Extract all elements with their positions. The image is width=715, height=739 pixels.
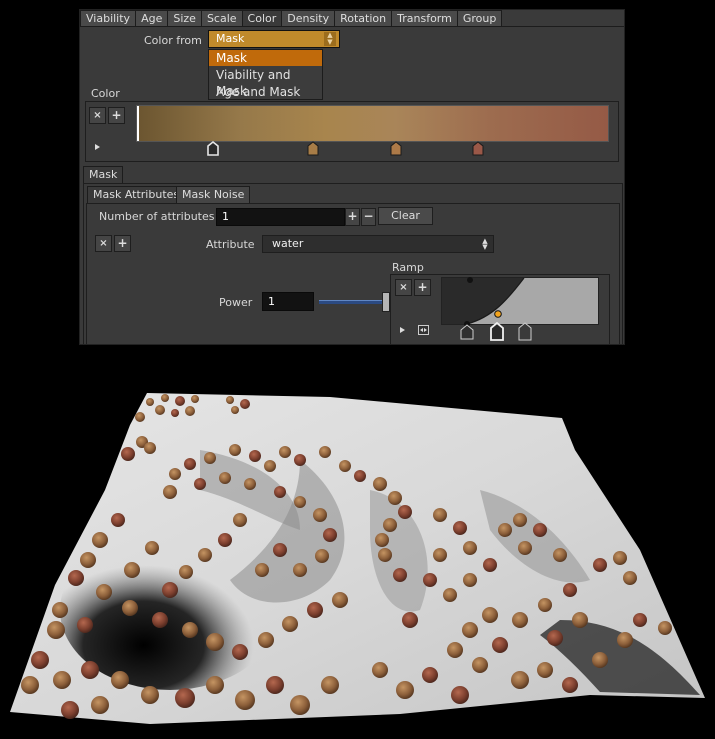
tab-divider (80, 26, 624, 27)
option-viability-and-mask[interactable]: Viability and Mask (209, 67, 322, 98)
subtab-mask-attributes[interactable]: Mask Attributes (87, 186, 186, 204)
attribute-select[interactable]: water ▲ ▼ (262, 235, 494, 253)
expand-arrow-icon[interactable] (95, 144, 100, 150)
remove-color-stop-button[interactable]: × (89, 107, 106, 124)
tab-age[interactable]: Age (135, 10, 169, 27)
attribute-value: water (272, 237, 304, 250)
color-stop-2[interactable] (307, 141, 319, 156)
ramp-point-top[interactable] (464, 275, 476, 285)
color-stop-1[interactable] (207, 141, 219, 156)
color-section-label: Color (91, 87, 120, 100)
ramp-point-selected[interactable] (490, 307, 506, 321)
power-label: Power (219, 296, 253, 309)
tab-transform[interactable]: Transform (391, 10, 458, 27)
ramp-options-icon[interactable] (418, 325, 429, 335)
decrement-attributes-button[interactable]: − (361, 208, 376, 226)
remove-ramp-point-button[interactable]: × (395, 279, 412, 296)
color-settings-panel: Viability Age Size Scale Color Density R… (79, 9, 625, 345)
power-slider-handle[interactable] (382, 292, 390, 312)
tab-group[interactable]: Group (456, 10, 503, 27)
ramp-expand-arrow-icon[interactable] (400, 327, 405, 333)
tab-viability[interactable]: Viability (80, 10, 137, 27)
tab-density[interactable]: Density (281, 10, 336, 27)
remove-attribute-button[interactable]: × (95, 235, 112, 252)
tab-bar: Viability Age Size Scale Color Density R… (80, 10, 503, 27)
color-stop-3[interactable] (390, 141, 402, 156)
terrain-3d-viewport[interactable] (0, 380, 715, 739)
color-gradient-bar[interactable] (136, 105, 609, 142)
subtab-mask-noise[interactable]: Mask Noise (176, 186, 251, 204)
power-slider-track[interactable] (319, 300, 383, 304)
tab-scale[interactable]: Scale (200, 10, 243, 27)
power-input[interactable]: 1 (262, 292, 314, 311)
ramp-stop-2[interactable] (490, 322, 504, 341)
tab-color[interactable]: Color (241, 10, 283, 27)
color-from-select[interactable]: Mask ▲ ▼ (208, 30, 340, 48)
number-of-attributes-input[interactable]: 1 (216, 208, 345, 226)
increment-attributes-button[interactable]: + (345, 208, 360, 226)
ramp-label: Ramp (392, 261, 424, 274)
add-attribute-button[interactable]: + (114, 235, 131, 252)
number-of-attributes-label: Number of attributes (99, 210, 215, 223)
attribute-label: Attribute (206, 238, 255, 251)
color-from-dropdown-list: Mask Viability and Mask Age and Mask (208, 49, 323, 100)
tab-rotation[interactable]: Rotation (334, 10, 393, 27)
ramp-stop-3[interactable] (518, 322, 532, 341)
add-color-stop-button[interactable]: + (108, 107, 125, 124)
clear-attributes-button[interactable]: Clear (378, 207, 433, 225)
option-age-and-mask[interactable]: Age and Mask (209, 84, 322, 100)
tab-size[interactable]: Size (167, 10, 202, 27)
mask-tab[interactable]: Mask (83, 166, 124, 184)
chevron-updown-icon: ▲ ▼ (324, 32, 336, 46)
add-ramp-point-button[interactable]: + (414, 279, 431, 296)
ramp-stop-1[interactable] (460, 318, 474, 340)
chevron-updown-icon: ▲ ▼ (482, 237, 488, 251)
color-from-label: Color from (144, 34, 202, 47)
option-mask[interactable]: Mask (209, 50, 322, 66)
color-stop-4[interactable] (472, 141, 484, 156)
color-from-value: Mask (216, 32, 245, 45)
